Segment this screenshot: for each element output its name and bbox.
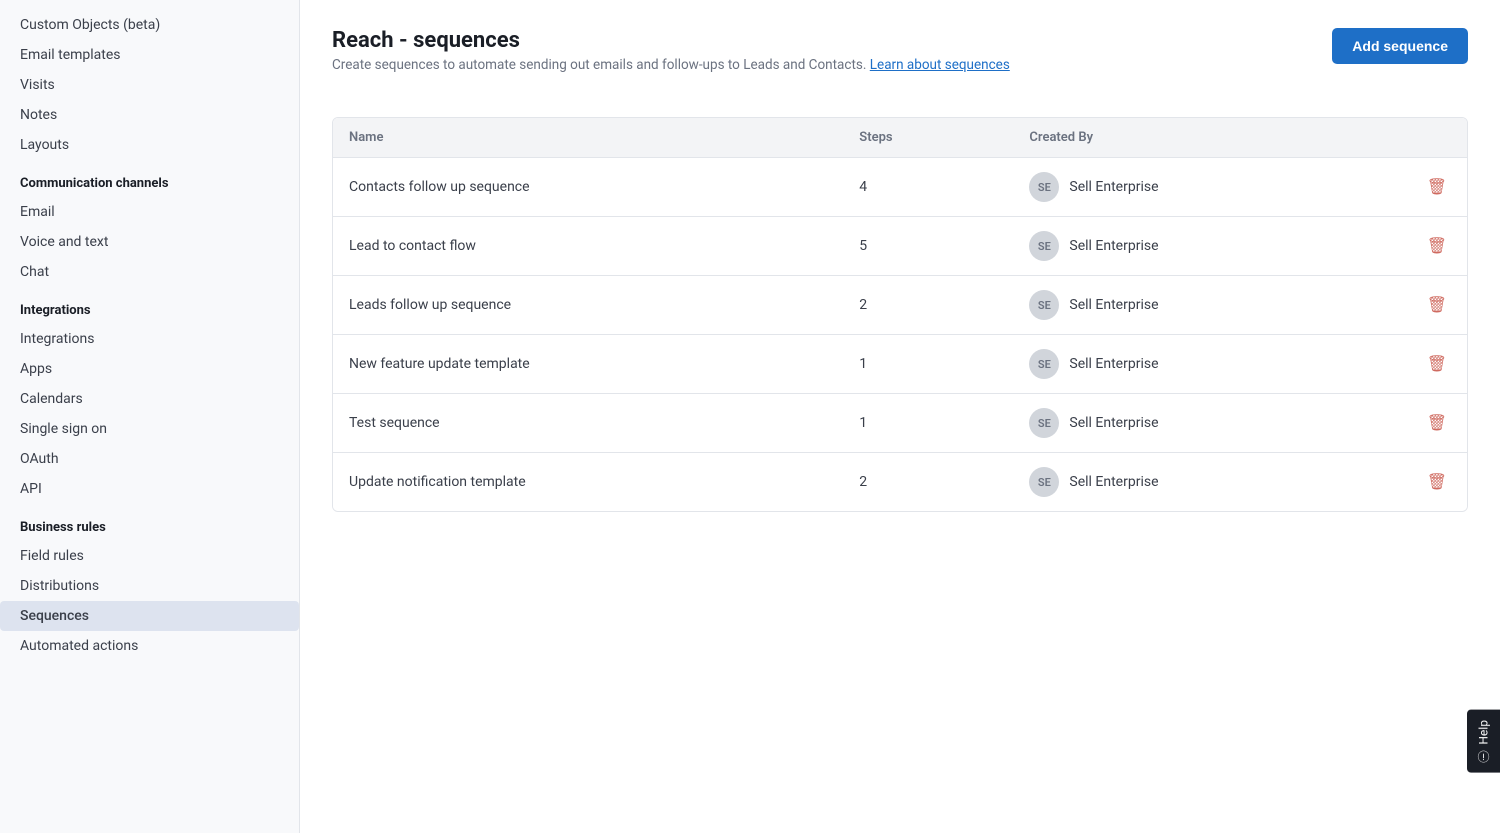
created-by-name: Sell Enterprise <box>1069 356 1158 372</box>
add-sequence-button[interactable]: Add sequence <box>1332 28 1468 64</box>
sidebar-item-layouts[interactable]: Layouts <box>0 130 299 160</box>
sequence-name: New feature update template <box>333 335 843 394</box>
sequence-actions: 🗑 <box>1354 217 1467 276</box>
avatar: SE <box>1029 231 1059 261</box>
help-tab[interactable]: ⓘ Help <box>1467 710 1500 773</box>
avatar: SE <box>1029 408 1059 438</box>
col-created: Created By <box>1013 118 1353 158</box>
avatar: SE <box>1029 290 1059 320</box>
delete-sequence-button[interactable]: 🗑 <box>1423 291 1451 319</box>
created-by-name: Sell Enterprise <box>1069 297 1158 313</box>
sidebar-item-sequences[interactable]: Sequences <box>0 601 299 631</box>
sidebar-item-field-rules[interactable]: Field rules <box>0 541 299 571</box>
sidebar-item-email[interactable]: Email <box>0 197 299 227</box>
delete-sequence-button[interactable]: 🗑 <box>1423 173 1451 201</box>
sidebar-section-business-rules: Business rules <box>0 504 299 541</box>
sequence-created-by: SE Sell Enterprise <box>1013 276 1353 335</box>
sequence-steps: 2 <box>843 453 1013 512</box>
sequence-actions: 🗑 <box>1354 158 1467 217</box>
avatar: SE <box>1029 349 1059 379</box>
created-by-name: Sell Enterprise <box>1069 415 1158 431</box>
sidebar-item-notes[interactable]: Notes <box>0 100 299 130</box>
subtitle-text: Create sequences to automate sending out… <box>332 57 866 73</box>
avatar: SE <box>1029 172 1059 202</box>
created-by-name: Sell Enterprise <box>1069 474 1158 490</box>
sidebar-item-visits[interactable]: Visits <box>0 70 299 100</box>
avatar: SE <box>1029 467 1059 497</box>
sidebar-item-integrations[interactable]: Integrations <box>0 324 299 354</box>
table-row[interactable]: Lead to contact flow5 SE Sell Enterprise 🗑 <box>333 217 1467 276</box>
sidebar-item-calendars[interactable]: Calendars <box>0 384 299 414</box>
delete-sequence-button[interactable]: 🗑 <box>1423 468 1451 496</box>
created-by-name: Sell Enterprise <box>1069 179 1158 195</box>
page-title: Reach - sequences <box>332 28 1312 53</box>
sidebar-item-single-sign-on[interactable]: Single sign on <box>0 414 299 444</box>
sequence-name: Contacts follow up sequence <box>333 158 843 217</box>
sequence-actions: 🗑 <box>1354 394 1467 453</box>
table-header: Name Steps Created By <box>333 118 1467 158</box>
table-row[interactable]: Leads follow up sequence2 SE Sell Enterpri… <box>333 276 1467 335</box>
col-action <box>1354 118 1467 158</box>
sequences-tbody: Contacts follow up sequence4 SE Sell Enter… <box>333 158 1467 512</box>
sequence-name: Test sequence <box>333 394 843 453</box>
learn-link[interactable]: Learn about sequences <box>870 57 1010 73</box>
main-content: Reach - sequences Create sequences to au… <box>300 0 1500 833</box>
sequence-created-by: SE Sell Enterprise <box>1013 217 1353 276</box>
table-header-row: Name Steps Created By <box>333 118 1467 158</box>
sequence-name: Leads follow up sequence <box>333 276 843 335</box>
help-label: Help <box>1477 720 1491 745</box>
sequence-created-by: SE Sell Enterprise <box>1013 158 1353 217</box>
sequence-name: Lead to contact flow <box>333 217 843 276</box>
sequence-steps: 4 <box>843 158 1013 217</box>
page-subtitle: Create sequences to automate sending out… <box>332 57 1312 73</box>
header-text: Reach - sequences Create sequences to au… <box>332 28 1312 97</box>
sequence-steps: 1 <box>843 335 1013 394</box>
sequence-steps: 1 <box>843 394 1013 453</box>
sequence-steps: 5 <box>843 217 1013 276</box>
sequence-created-by: SE Sell Enterprise <box>1013 335 1353 394</box>
sidebar-item-voice-and-text[interactable]: Voice and text <box>0 227 299 257</box>
sidebar-item-email-templates[interactable]: Email templates <box>0 40 299 70</box>
table-row[interactable]: Update notification template2 SE Sell Ente… <box>333 453 1467 512</box>
sequence-actions: 🗑 <box>1354 276 1467 335</box>
sidebar-item-custom-objects[interactable]: Custom Objects (beta) <box>0 10 299 40</box>
sequence-created-by: SE Sell Enterprise <box>1013 394 1353 453</box>
delete-sequence-button[interactable]: 🗑 <box>1423 409 1451 437</box>
col-steps: Steps <box>843 118 1013 158</box>
delete-sequence-button[interactable]: 🗑 <box>1423 232 1451 260</box>
sequence-actions: 🗑 <box>1354 453 1467 512</box>
page-header: Reach - sequences Create sequences to au… <box>332 28 1468 97</box>
col-name: Name <box>333 118 843 158</box>
sequence-name: Update notification template <box>333 453 843 512</box>
sidebar-item-automated-actions[interactable]: Automated actions <box>0 631 299 661</box>
sidebar: Custom Objects (beta)Email templatesVisi… <box>0 0 300 833</box>
sidebar-section-integrations: Integrations <box>0 287 299 324</box>
help-icon: ⓘ <box>1475 751 1492 763</box>
sequence-created-by: SE Sell Enterprise <box>1013 453 1353 512</box>
sidebar-section-communication-channels: Communication channels <box>0 160 299 197</box>
sidebar-item-distributions[interactable]: Distributions <box>0 571 299 601</box>
table-row[interactable]: Test sequence1 SE Sell Enterprise 🗑 <box>333 394 1467 453</box>
delete-sequence-button[interactable]: 🗑 <box>1423 350 1451 378</box>
sidebar-item-apps[interactable]: Apps <box>0 354 299 384</box>
sequences-table: Name Steps Created By Contacts follow up… <box>333 118 1467 511</box>
sidebar-item-api[interactable]: API <box>0 474 299 504</box>
sidebar-item-chat[interactable]: Chat <box>0 257 299 287</box>
created-by-name: Sell Enterprise <box>1069 238 1158 254</box>
table-row[interactable]: Contacts follow up sequence4 SE Sell Enter… <box>333 158 1467 217</box>
table-row[interactable]: New feature update template1 SE Sell Enter… <box>333 335 1467 394</box>
sequence-steps: 2 <box>843 276 1013 335</box>
sequence-actions: 🗑 <box>1354 335 1467 394</box>
sequences-table-container: Name Steps Created By Contacts follow up… <box>332 117 1468 512</box>
sidebar-item-oauth[interactable]: OAuth <box>0 444 299 474</box>
